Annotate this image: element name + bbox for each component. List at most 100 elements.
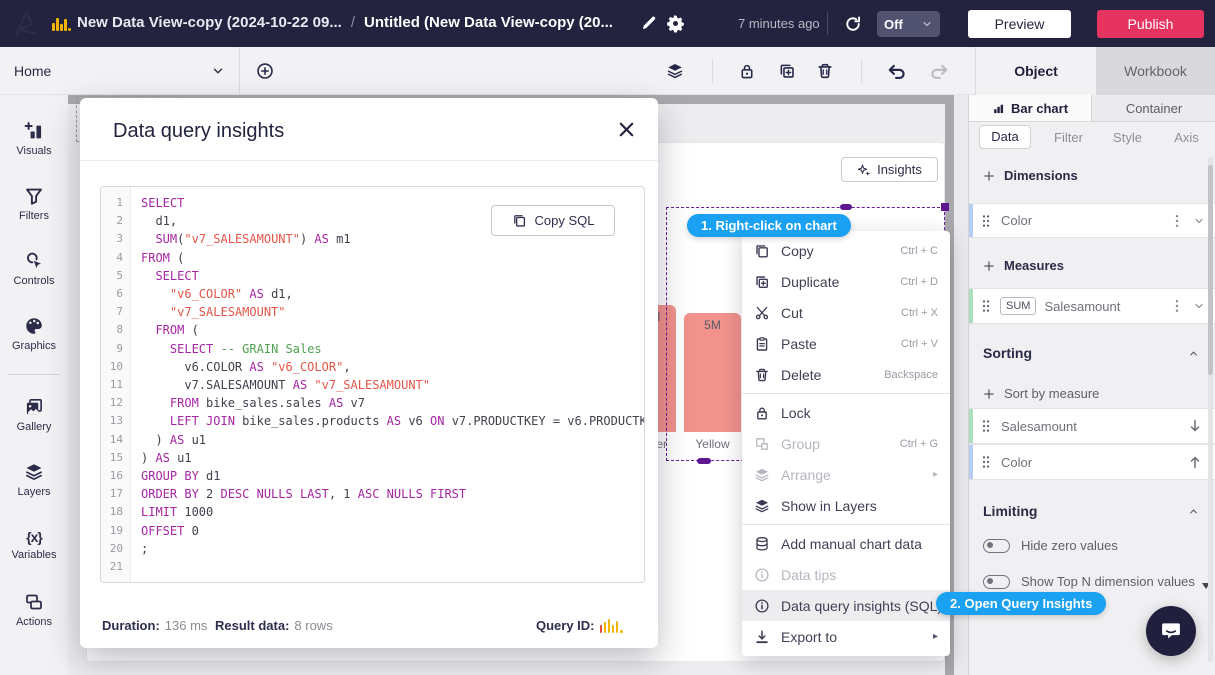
sidebar-item-graphics[interactable]: Graphics <box>2 303 66 365</box>
selection-handle[interactable] <box>941 203 949 211</box>
menu-item-export-to[interactable]: Export to▸ <box>742 621 950 652</box>
sort-by-measure-button[interactable]: Sort by measure <box>983 386 1099 401</box>
help-chat-button[interactable] <box>1146 606 1196 656</box>
copy-sql-button[interactable]: Copy SQL <box>491 205 615 236</box>
visuals-icon <box>23 121 45 141</box>
sidebar-item-visuals[interactable]: Visuals <box>2 108 66 170</box>
kebab-menu-icon[interactable] <box>1175 214 1179 228</box>
menu-item-lock[interactable]: Lock <box>742 397 950 428</box>
tab-container[interactable]: Container <box>1092 95 1215 122</box>
submenu-arrow-icon: ▸ <box>933 469 938 480</box>
drag-handle-icon[interactable] <box>982 455 990 469</box>
dialog-footer: Duration: 136 ms Result data: 8 rows Que… <box>80 604 658 648</box>
menu-item-paste[interactable]: PasteCtrl + V <box>742 328 950 359</box>
result-data-label: Result data: <box>215 618 289 633</box>
duration-label: Duration: <box>102 618 160 633</box>
chevron-up-icon[interactable] <box>1188 506 1199 517</box>
breadcrumb-separator: / <box>351 14 355 31</box>
sidebar-item-label: Variables <box>11 549 56 561</box>
panel-scrollbar[interactable] <box>1208 157 1213 662</box>
cut-icon <box>754 305 770 321</box>
sidebar-item-variables[interactable]: {x} Variables <box>2 514 66 576</box>
undo-icon[interactable] <box>886 62 908 80</box>
sidebar-item-label: Layers <box>17 486 50 498</box>
hide-zero-values-toggle-row[interactable]: Hide zero values <box>983 538 1118 553</box>
add-dimension-button[interactable]: Dimensions <box>983 168 1078 183</box>
layers-icon <box>754 467 770 483</box>
insights-button[interactable]: Insights <box>841 157 938 182</box>
sidebar-item-layers[interactable]: Layers <box>2 449 66 511</box>
menu-item-cut[interactable]: CutCtrl + X <box>742 297 950 328</box>
header-divider <box>827 12 828 35</box>
sql-code-block[interactable]: 1SELECT2 d1,3 SUM("v7_SALESAMOUNT") AS m… <box>100 186 645 583</box>
sidebar-item-controls[interactable]: Controls <box>2 238 66 300</box>
left-sidebar: Visuals Filters Controls Graphics Galler… <box>0 95 68 675</box>
add-page-button[interactable] <box>256 62 274 80</box>
measure-row-salesamount[interactable]: SUM Salesamount <box>969 288 1215 324</box>
preview-button[interactable]: Preview <box>968 10 1071 38</box>
settings-gear-icon[interactable] <box>666 14 685 33</box>
tab-object[interactable]: Object <box>975 47 1096 95</box>
tab-workbook[interactable]: Workbook <box>1096 47 1215 95</box>
sort-color-strip <box>969 445 973 479</box>
sidebar-item-label: Gallery <box>17 421 52 433</box>
layers-toolbar-icon[interactable] <box>666 62 684 80</box>
info-icon <box>754 567 770 583</box>
dimension-row-color[interactable]: Color <box>969 203 1215 238</box>
bar-chart-icon <box>992 102 1005 115</box>
drag-handle-icon[interactable] <box>982 299 990 313</box>
menu-item-show-in-layers[interactable]: Show in Layers <box>742 490 950 521</box>
toggle-off[interactable] <box>983 575 1010 589</box>
selection-handle[interactable] <box>840 204 852 210</box>
menu-item-duplicate[interactable]: DuplicateCtrl + D <box>742 266 950 297</box>
sort-desc-arrow-icon[interactable] <box>1189 419 1201 433</box>
rename-pencil-icon[interactable] <box>640 14 658 32</box>
lock-toolbar-icon[interactable] <box>738 62 756 80</box>
sql-line: 10 v6.COLOR AS "v6_COLOR", <box>101 358 644 376</box>
refresh-icon[interactable] <box>844 15 862 33</box>
delete-toolbar-icon[interactable] <box>816 62 834 80</box>
dialog-header-divider <box>80 160 658 161</box>
add-measure-button[interactable]: Measures <box>983 258 1064 273</box>
publish-button[interactable]: Publish <box>1097 10 1204 38</box>
drag-handle-icon[interactable] <box>982 214 990 228</box>
sorting-section-header[interactable]: Sorting <box>969 340 1215 366</box>
sidebar-item-filters[interactable]: Filters <box>2 173 66 235</box>
page-selector[interactable]: Home <box>0 47 240 95</box>
sort-asc-arrow-icon[interactable] <box>1189 455 1201 469</box>
tab-bar-chart[interactable]: Bar chart <box>969 95 1092 122</box>
sort-row-color[interactable]: Color <box>969 444 1215 480</box>
tab-filter[interactable]: Filter <box>1039 130 1098 145</box>
data-query-insights-dialog: Data query insights 1SELECT2 d1,3 SUM("v… <box>80 98 658 648</box>
sidebar-item-gallery[interactable]: Gallery <box>2 384 66 446</box>
menu-item-copy[interactable]: CopyCtrl + C <box>742 235 950 266</box>
menu-item-delete[interactable]: DeleteBackspace <box>742 359 950 390</box>
tab-data[interactable]: Data <box>979 125 1031 149</box>
sql-line: 16GROUP BY d1 <box>101 467 644 485</box>
tab-style[interactable]: Style <box>1098 130 1157 145</box>
selection-handle[interactable] <box>697 458 711 464</box>
kebab-menu-icon[interactable] <box>1175 299 1179 313</box>
sort-row-salesamount[interactable]: Salesamount <box>969 408 1215 444</box>
sql-line: 4FROM ( <box>101 249 644 267</box>
chevron-down-icon[interactable] <box>1193 215 1205 227</box>
breadcrumb-dataset[interactable]: New Data View-copy (2024-10-22 09... <box>77 14 342 31</box>
tab-axis[interactable]: Axis <box>1157 130 1215 145</box>
breadcrumb-workbook-title[interactable]: Untitled (New Data View-copy (20... <box>364 14 613 31</box>
menu-item-add-manual-chart-data[interactable]: Add manual chart data <box>742 528 950 559</box>
toggle-off[interactable] <box>983 539 1010 553</box>
chevron-up-icon[interactable] <box>1188 348 1199 359</box>
autosave-dropdown[interactable]: Off <box>877 11 940 37</box>
redo-icon[interactable] <box>928 62 950 80</box>
menu-item-data-query-insights[interactable]: Data query insights (SQL) <box>742 590 950 621</box>
aggregation-badge[interactable]: SUM <box>1000 297 1036 315</box>
sql-line: 19OFFSET 0 <box>101 522 644 540</box>
drag-handle-icon[interactable] <box>982 419 990 433</box>
top-n-toggle-row[interactable]: Show Top N dimension values <box>983 574 1195 589</box>
close-icon[interactable] <box>617 120 636 139</box>
duplicate-toolbar-icon[interactable] <box>778 62 796 80</box>
chevron-down-icon[interactable] <box>1193 300 1205 312</box>
limiting-section-header[interactable]: Limiting <box>969 498 1215 524</box>
app-logo-icon[interactable] <box>10 8 41 39</box>
sidebar-item-actions[interactable]: Actions <box>2 579 66 641</box>
